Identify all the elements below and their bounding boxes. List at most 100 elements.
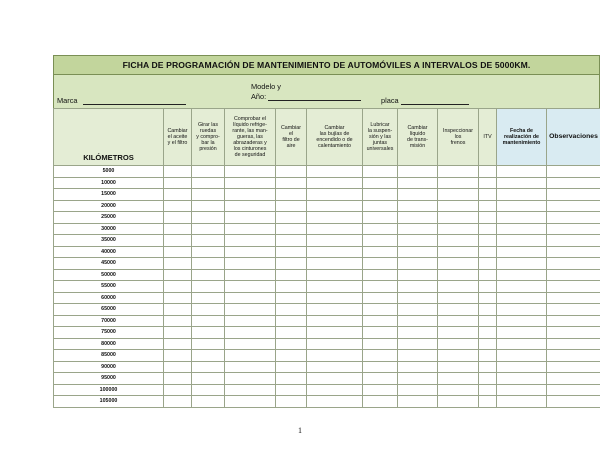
entry-cell[interactable]: [275, 165, 307, 178]
entry-cell[interactable]: [275, 326, 307, 339]
entry-cell[interactable]: [437, 165, 479, 178]
entry-cell[interactable]: [362, 165, 398, 178]
entry-cell[interactable]: [224, 165, 276, 178]
entry-cell[interactable]: [191, 326, 225, 339]
entry-cell[interactable]: [546, 188, 600, 201]
entry-cell[interactable]: [397, 326, 438, 339]
entry-cell[interactable]: [224, 199, 276, 212]
entry-cell[interactable]: [224, 176, 276, 189]
entry-cell[interactable]: [275, 245, 307, 258]
entry-cell[interactable]: [546, 303, 600, 316]
entry-cell[interactable]: [191, 199, 225, 212]
entry-cell[interactable]: [163, 222, 192, 235]
entry-cell[interactable]: [275, 234, 307, 247]
entry-cell[interactable]: [362, 314, 398, 327]
entry-cell[interactable]: [362, 211, 398, 224]
entry-cell[interactable]: [191, 291, 225, 304]
entry-cell[interactable]: [397, 349, 438, 362]
entry-cell[interactable]: [224, 257, 276, 270]
entry-cell[interactable]: [478, 257, 497, 270]
entry-cell[interactable]: [163, 188, 192, 201]
entry-cell[interactable]: [275, 211, 307, 224]
entry-cell[interactable]: [275, 395, 307, 408]
entry-cell[interactable]: [437, 372, 479, 385]
entry-cell[interactable]: [478, 176, 497, 189]
entry-cell[interactable]: [224, 372, 276, 385]
entry-cell[interactable]: [224, 349, 276, 362]
entry-cell[interactable]: [306, 234, 363, 247]
entry-cell[interactable]: [224, 383, 276, 396]
entry-cell[interactable]: [437, 222, 479, 235]
entry-cell[interactable]: [224, 395, 276, 408]
entry-cell[interactable]: [437, 349, 479, 362]
entry-cell[interactable]: [191, 314, 225, 327]
entry-cell[interactable]: [306, 188, 363, 201]
entry-cell[interactable]: [397, 314, 438, 327]
entry-cell[interactable]: [306, 165, 363, 178]
entry-cell[interactable]: [397, 395, 438, 408]
entry-cell[interactable]: [437, 383, 479, 396]
entry-cell[interactable]: [546, 234, 600, 247]
entry-cell[interactable]: [224, 188, 276, 201]
entry-cell[interactable]: [437, 337, 479, 350]
entry-cell[interactable]: [306, 222, 363, 235]
entry-cell[interactable]: [496, 280, 547, 293]
entry-cell[interactable]: [496, 188, 547, 201]
entry-cell[interactable]: [437, 268, 479, 281]
entry-cell[interactable]: [163, 199, 192, 212]
entry-cell[interactable]: [546, 349, 600, 362]
entry-cell[interactable]: [306, 176, 363, 189]
entry-cell[interactable]: [397, 234, 438, 247]
entry-cell[interactable]: [191, 211, 225, 224]
entry-cell[interactable]: [546, 280, 600, 293]
entry-cell[interactable]: [191, 337, 225, 350]
entry-cell[interactable]: [306, 245, 363, 258]
entry-cell[interactable]: [397, 383, 438, 396]
entry-cell[interactable]: [496, 383, 547, 396]
entry-cell[interactable]: [275, 291, 307, 304]
entry-cell[interactable]: [306, 383, 363, 396]
entry-cell[interactable]: [478, 314, 497, 327]
entry-cell[interactable]: [163, 165, 192, 178]
entry-cell[interactable]: [163, 349, 192, 362]
entry-cell[interactable]: [362, 188, 398, 201]
entry-cell[interactable]: [362, 245, 398, 258]
entry-cell[interactable]: [362, 176, 398, 189]
entry-cell[interactable]: [163, 360, 192, 373]
entry-cell[interactable]: [163, 268, 192, 281]
entry-cell[interactable]: [546, 176, 600, 189]
entry-cell[interactable]: [306, 303, 363, 316]
entry-cell[interactable]: [437, 280, 479, 293]
entry-cell[interactable]: [546, 337, 600, 350]
entry-cell[interactable]: [478, 303, 497, 316]
entry-cell[interactable]: [478, 211, 497, 224]
entry-cell[interactable]: [496, 268, 547, 281]
entry-cell[interactable]: [163, 337, 192, 350]
entry-cell[interactable]: [191, 383, 225, 396]
entry-cell[interactable]: [275, 268, 307, 281]
entry-cell[interactable]: [496, 165, 547, 178]
modelo-blank-line[interactable]: [268, 92, 362, 101]
entry-cell[interactable]: [163, 326, 192, 339]
entry-cell[interactable]: [224, 291, 276, 304]
entry-cell[interactable]: [397, 211, 438, 224]
entry-cell[interactable]: [306, 291, 363, 304]
entry-cell[interactable]: [362, 291, 398, 304]
entry-cell[interactable]: [546, 314, 600, 327]
entry-cell[interactable]: [437, 234, 479, 247]
entry-cell[interactable]: [275, 383, 307, 396]
entry-cell[interactable]: [437, 303, 479, 316]
entry-cell[interactable]: [306, 360, 363, 373]
entry-cell[interactable]: [546, 211, 600, 224]
entry-cell[interactable]: [224, 268, 276, 281]
entry-cell[interactable]: [397, 291, 438, 304]
entry-cell[interactable]: [478, 372, 497, 385]
entry-cell[interactable]: [397, 257, 438, 270]
entry-cell[interactable]: [191, 372, 225, 385]
entry-cell[interactable]: [275, 176, 307, 189]
entry-cell[interactable]: [191, 257, 225, 270]
entry-cell[interactable]: [496, 222, 547, 235]
entry-cell[interactable]: [306, 372, 363, 385]
entry-cell[interactable]: [397, 360, 438, 373]
entry-cell[interactable]: [496, 257, 547, 270]
